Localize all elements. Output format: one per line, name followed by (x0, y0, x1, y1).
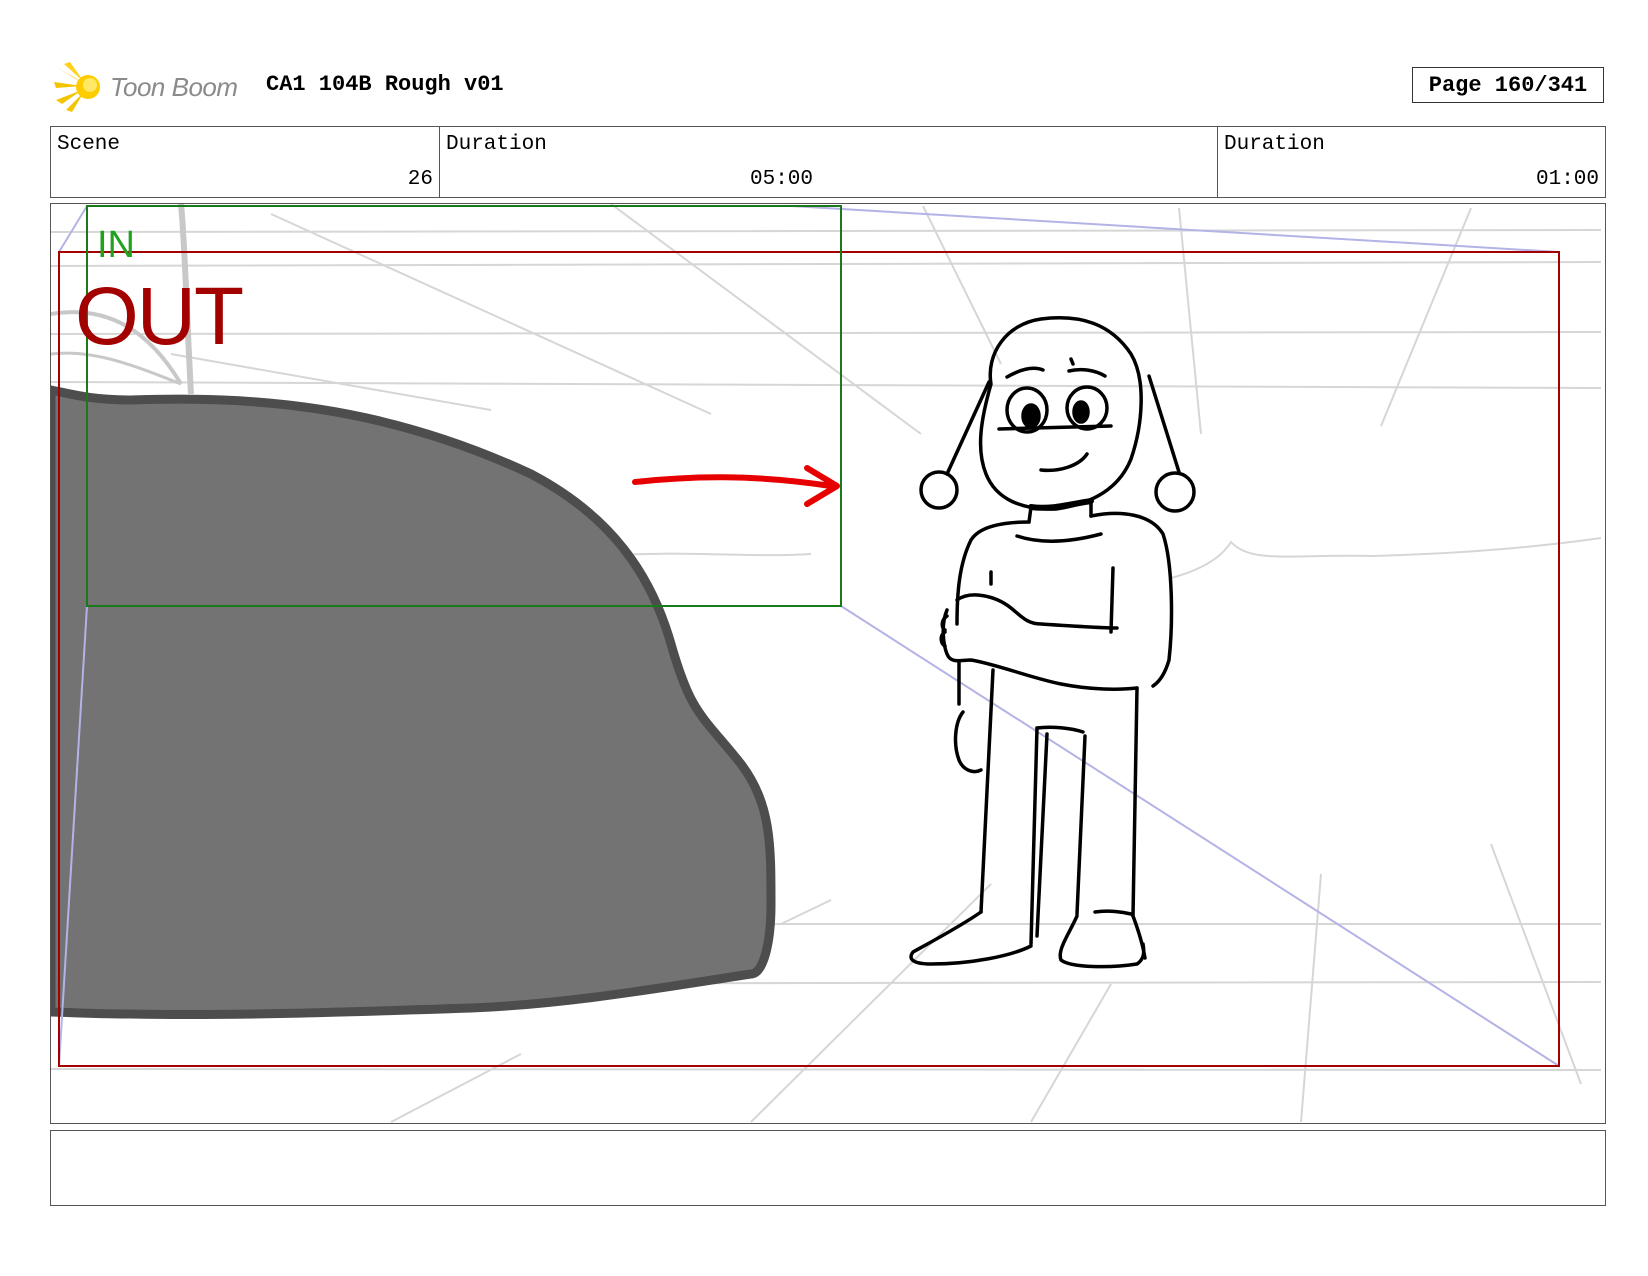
panel-notes (50, 1130, 1606, 1206)
panel-duration-label: Duration (1224, 133, 1325, 156)
logo-text: Toon Boom (110, 71, 238, 102)
scene-duration-cell: Duration 05:00 (439, 127, 1217, 197)
character-sketch (909, 316, 1196, 969)
scene-label: Scene (57, 133, 121, 156)
panel-duration-value: 01:00 (1535, 168, 1599, 191)
in-frame-label: IN (97, 224, 135, 266)
project-title: CA1 104B Rough v01 (266, 72, 504, 97)
scene-value: 26 (407, 168, 433, 191)
panel-drawing (51, 204, 1602, 1123)
scene-info-row: Scene 26 Duration 05:00 Duration 01:00 (50, 126, 1606, 198)
storyboard-page: Toon Boom CA1 104B Rough v01 Page 160/34… (0, 0, 1648, 1276)
storyboard-panel: IN OUT (50, 203, 1606, 1124)
camera-move-arrow (632, 465, 840, 507)
out-frame-label: OUT (75, 271, 244, 362)
panel-duration-cell: Duration 01:00 (1217, 127, 1605, 197)
scene-cell: Scene 26 (51, 127, 439, 197)
starburst-icon (54, 62, 100, 112)
toon-boom-logo: Toon Boom (52, 60, 252, 114)
scene-duration-value: 05:00 (750, 168, 814, 191)
page-counter: Page 160/341 (1412, 67, 1604, 103)
foreground-shape (51, 385, 776, 1020)
scene-duration-label: Duration (446, 133, 547, 156)
